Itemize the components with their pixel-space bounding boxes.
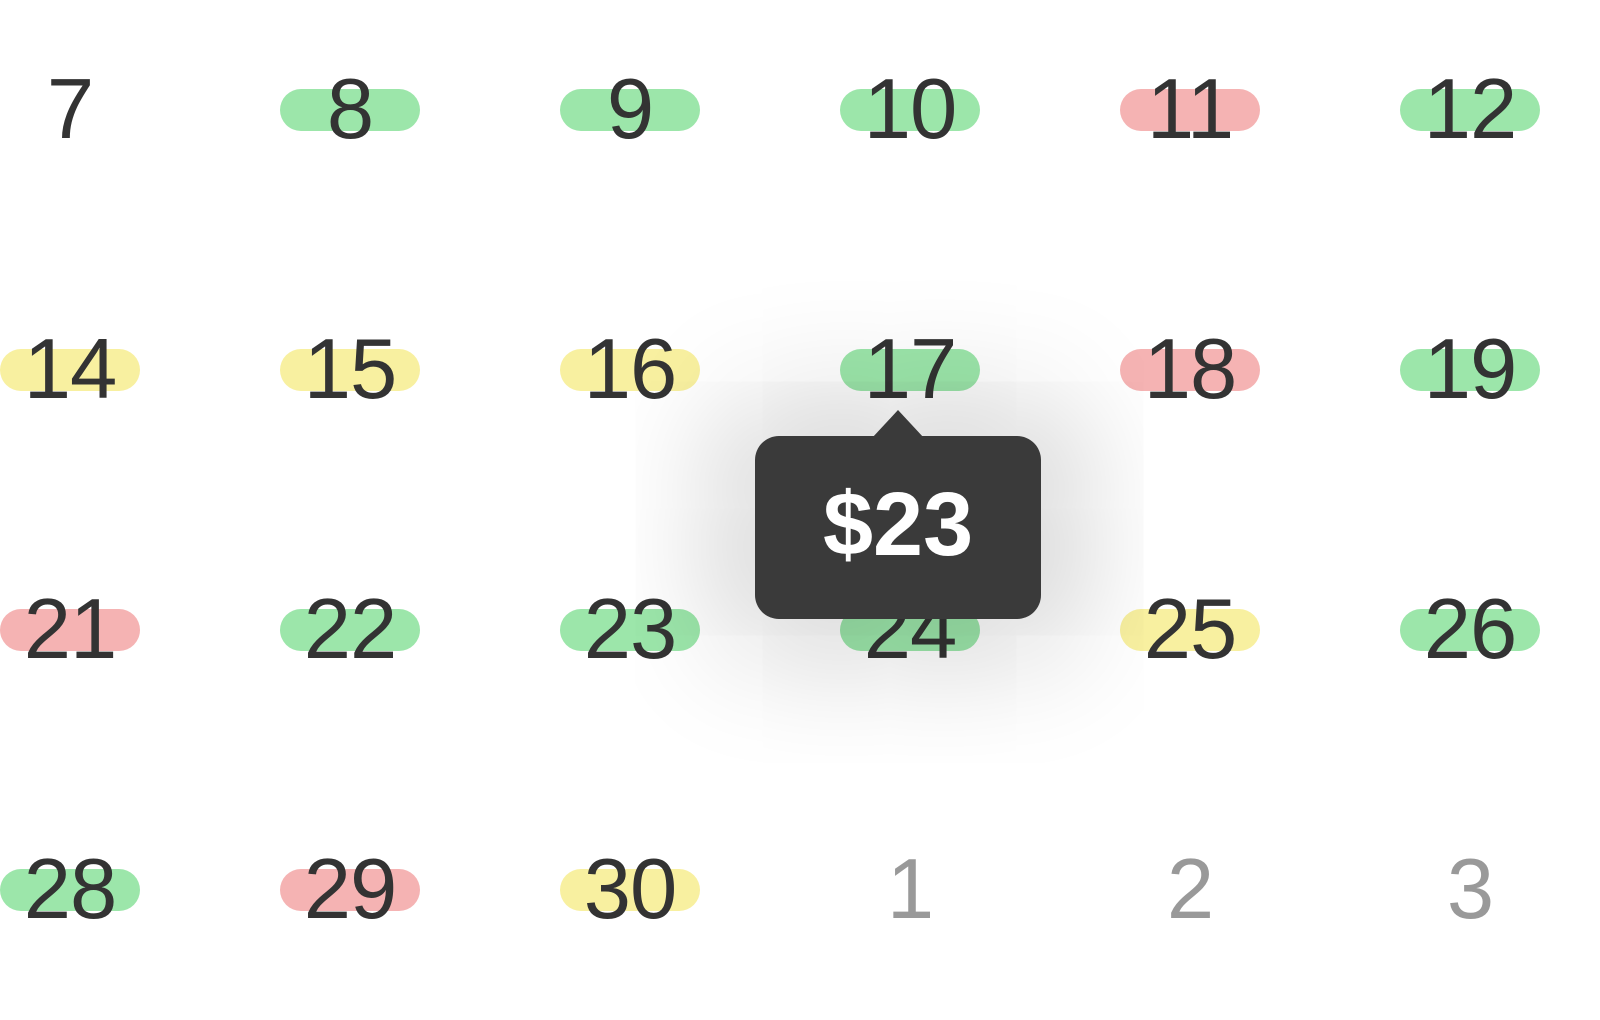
- calendar-day[interactable]: 30: [490, 760, 770, 1020]
- day-number: 25: [1144, 581, 1237, 679]
- calendar-day[interactable]: 10: [770, 0, 1050, 240]
- day-number: 28: [24, 841, 117, 939]
- calendar-day[interactable]: 22: [210, 500, 490, 760]
- calendar-day[interactable]: 1: [770, 760, 1050, 1020]
- day-number: 16: [584, 321, 677, 419]
- day-number: 23: [584, 581, 677, 679]
- day-number: 22: [304, 581, 397, 679]
- calendar-day[interactable]: 16: [490, 240, 770, 500]
- day-number: 2: [1167, 841, 1213, 939]
- day-number: 30: [584, 841, 677, 939]
- day-number: 14: [24, 321, 117, 419]
- day-number: 7: [47, 61, 93, 159]
- calendar-day[interactable]: 2: [1050, 760, 1330, 1020]
- day-number: 18: [1144, 321, 1237, 419]
- calendar-day[interactable]: 19: [1330, 240, 1600, 500]
- calendar-day[interactable]: 23: [490, 500, 770, 760]
- calendar-day[interactable]: 11: [1050, 0, 1330, 240]
- calendar-day[interactable]: 7: [0, 0, 210, 240]
- day-number: 1: [887, 841, 933, 939]
- day-number: 15: [304, 321, 397, 419]
- day-number: 11: [1147, 61, 1233, 159]
- price-tooltip: $23: [755, 436, 1041, 619]
- calendar-day[interactable]: 15: [210, 240, 490, 500]
- calendar-day[interactable]: 3: [1330, 760, 1600, 1020]
- day-number: 21: [24, 581, 117, 679]
- day-number: 9: [607, 61, 653, 159]
- day-number: 8: [327, 61, 373, 159]
- day-number: 17: [864, 321, 957, 419]
- calendar-day[interactable]: 25: [1050, 500, 1330, 760]
- day-number: 26: [1424, 581, 1517, 679]
- tooltip-label: $23: [823, 475, 973, 575]
- day-number: 3: [1447, 841, 1493, 939]
- calendar-day[interactable]: 12: [1330, 0, 1600, 240]
- calendar-day[interactable]: 26: [1330, 500, 1600, 760]
- calendar-day[interactable]: 21: [0, 500, 210, 760]
- calendar-day[interactable]: 9: [490, 0, 770, 240]
- day-number: 19: [1424, 321, 1517, 419]
- calendar-day[interactable]: 8: [210, 0, 490, 240]
- calendar-day[interactable]: 18: [1050, 240, 1330, 500]
- calendar-day[interactable]: 14: [0, 240, 210, 500]
- calendar-day[interactable]: 28: [0, 760, 210, 1020]
- calendar-day[interactable]: 29: [210, 760, 490, 1020]
- day-number: 29: [304, 841, 397, 939]
- day-number: 12: [1424, 61, 1517, 159]
- day-number: 10: [864, 61, 957, 159]
